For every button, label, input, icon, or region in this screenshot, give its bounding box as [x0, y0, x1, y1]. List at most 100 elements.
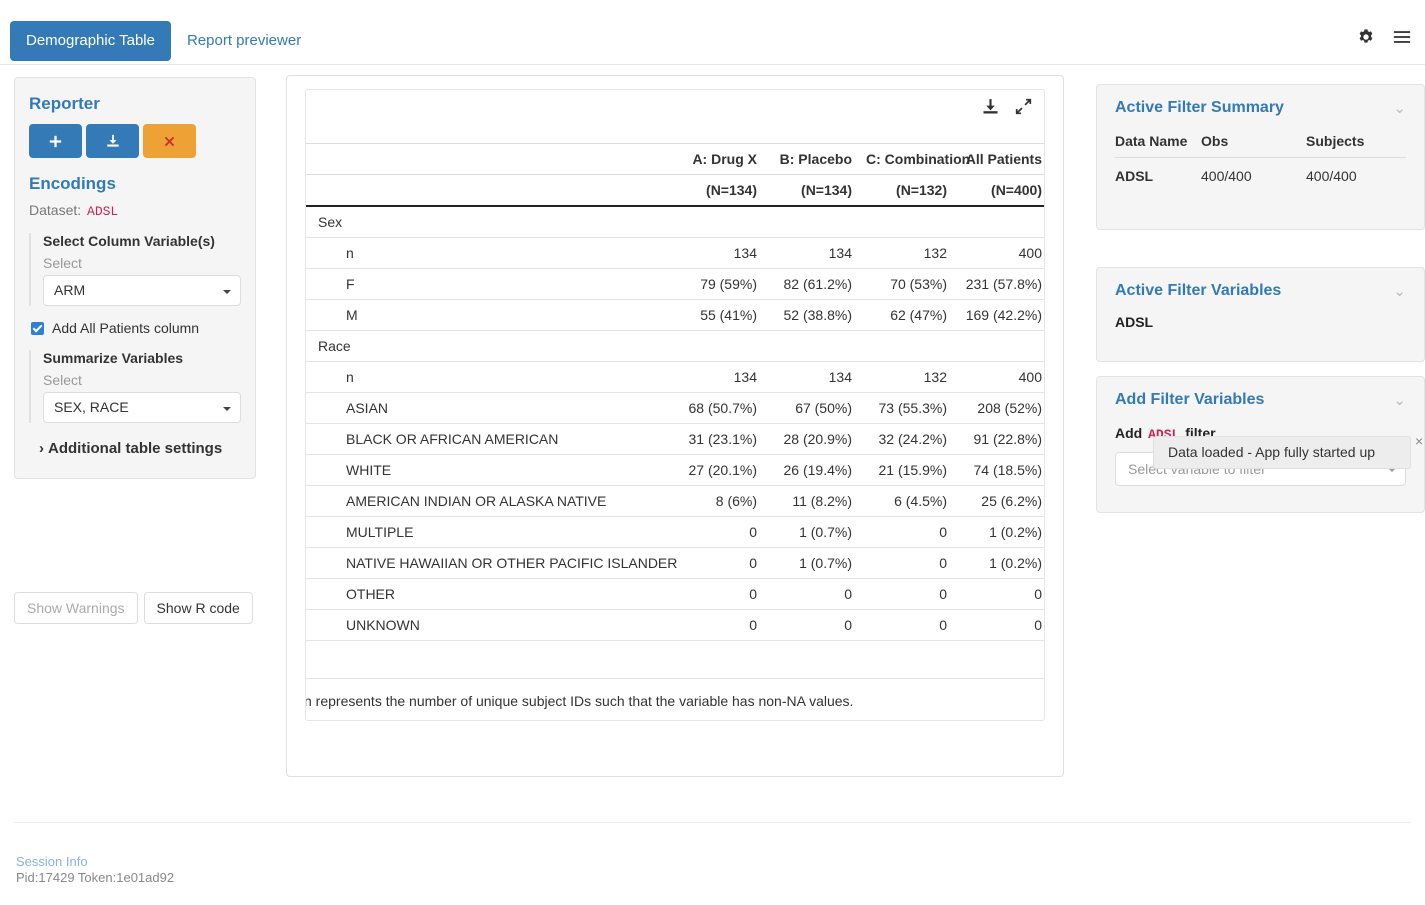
column-variable-select[interactable]: ARM	[43, 275, 241, 306]
table-cell-value	[866, 206, 961, 238]
table-cell-value: 0	[676, 547, 771, 579]
subheader-cell-all-patients: (N=400)	[961, 174, 1044, 207]
expand-table-icon[interactable]	[1015, 98, 1032, 115]
table-cell-value: 0	[866, 516, 961, 548]
table-row: ADSL 400/400 400/400	[1115, 158, 1406, 184]
filter-summary-subjects: 400/400	[1306, 168, 1357, 184]
chevron-down-icon[interactable]: ⌄	[1393, 101, 1406, 116]
table-row-label: ASIAN	[306, 392, 676, 424]
gear-icon[interactable]	[1357, 28, 1375, 46]
table-cell-value: 1 (0.7%)	[771, 547, 866, 579]
summarize-variables-sublabel: Select	[43, 372, 82, 388]
table-cell-value: 68 (50.7%)	[676, 392, 771, 424]
main-content-card: A: Drug X B: Placebo C: Combination All …	[286, 75, 1064, 777]
table-row: BLACK OR AFRICAN AMERICAN 31 (23.1%) 28 (2…	[306, 423, 1044, 455]
add-filter-variables-title: Add Filter Variables	[1115, 391, 1265, 408]
subheader-cell-label	[306, 174, 676, 207]
table-cell-value: 169 (42.2%)	[961, 299, 1044, 331]
summarize-variables-title: Summarize Variables	[43, 350, 184, 366]
sidebar-footer-buttons: Show Warnings Show R code	[14, 592, 253, 624]
table-row-label: MULTIPLE	[306, 516, 676, 548]
table-cell-value: 31 (23.1%)	[676, 423, 771, 455]
toast-close-icon[interactable]: ×	[1415, 434, 1423, 448]
table-cell-value: 11 (8.2%)	[771, 485, 866, 517]
table-scroll-area[interactable]: A: Drug X B: Placebo C: Combination All …	[306, 143, 1044, 678]
column-variable-sublabel: Select	[43, 255, 82, 271]
table-row: MULTIPLE 0 1 (0.7%) 0 1 (0.2%)	[306, 516, 1044, 548]
subheader-cell-combination: (N=132)	[866, 174, 961, 207]
table-cell-value: 132	[866, 237, 961, 269]
header-cell-placebo: B: Placebo	[771, 143, 866, 175]
table-row-label: M	[306, 299, 676, 331]
tab-demographic-table[interactable]: Demographic Table	[10, 21, 171, 61]
table-cell-value: 132	[866, 361, 961, 393]
chevron-down-icon	[223, 407, 231, 411]
table-cell-value: 1 (0.2%)	[961, 516, 1044, 548]
table-cell-value: 79 (59%)	[676, 268, 771, 300]
table-cell-value: 28 (20.9%)	[771, 423, 866, 455]
filter-summary-data-name: ADSL	[1115, 168, 1154, 184]
add-filter-variables-header[interactable]: Add Filter Variables ⌄	[1115, 391, 1406, 409]
additional-table-settings-toggle[interactable]: › Additional table settings	[39, 437, 241, 460]
active-filter-summary-panel: Active Filter Summary ⌄ Data Name Obs Su…	[1096, 84, 1425, 230]
chevron-down-icon[interactable]: ⌄	[1393, 284, 1406, 299]
table-cell-value	[771, 330, 866, 362]
column-variable-block: Select Column Variable(s) Select ARM	[29, 233, 241, 306]
table-row-label: WHITE	[306, 454, 676, 486]
add-all-patients-checkbox[interactable]	[31, 321, 44, 335]
table-subheader-row: (N=134) (N=134) (N=132) (N=400)	[306, 174, 1044, 207]
reporter-title: Reporter	[29, 94, 100, 113]
hamburger-menu-icon[interactable]	[1393, 28, 1411, 46]
summarize-variables-block: Summarize Variables Select SEX, RACE	[29, 350, 241, 423]
filter-summary-col-obs: Obs	[1201, 133, 1306, 158]
subheader-cell-drug-x: (N=134)	[676, 174, 771, 207]
table-cell-value: 32 (24.2%)	[866, 423, 961, 455]
table-cell-value: 82 (61.2%)	[771, 268, 866, 300]
table-row: Sex	[306, 206, 1044, 238]
table-cell-value	[676, 330, 771, 362]
chevron-down-icon[interactable]: ⌄	[1393, 393, 1406, 408]
session-meta-text: Pid:17429 Token:1e01ad92	[16, 870, 175, 885]
show-r-code-button[interactable]: Show R code	[143, 592, 253, 624]
reset-report-button[interactable]	[143, 124, 196, 158]
table-cell-value: 26 (19.4%)	[771, 454, 866, 486]
table-row: NATIVE HAWAIIAN OR OTHER PACIFIC ISLANDE…	[306, 547, 1044, 579]
filter-summary-table: Data Name Obs Subjects ADSL 400/400 400/…	[1115, 133, 1406, 184]
table-row-label: Race	[306, 330, 676, 362]
table-row: M 55 (41%) 52 (38.8%) 62 (47%) 169 (42.2%)	[306, 299, 1044, 331]
active-filter-variables-header[interactable]: Active Filter Variables ⌄	[1115, 282, 1406, 300]
table-cell-value: 134	[676, 361, 771, 393]
table-cell-value: 62 (47%)	[866, 299, 961, 331]
session-info-link[interactable]: Session Info	[16, 854, 88, 869]
footer-divider	[14, 822, 1411, 823]
filter-summary-col-data-name: Data Name	[1115, 133, 1201, 158]
close-icon	[164, 136, 175, 146]
tab-report-previewer[interactable]: Report previewer	[171, 21, 317, 61]
dataset-label: Dataset:	[29, 202, 82, 218]
table-cell-value: 134	[771, 237, 866, 269]
add-all-patients-row[interactable]: Add All Patients column	[31, 320, 241, 336]
header-cell-drug-x: A: Drug X	[676, 143, 771, 175]
table-cell-value: 52 (38.8%)	[771, 299, 866, 331]
active-filter-variable-item: ADSL	[1115, 314, 1154, 330]
table-cell-value: 1 (0.2%)	[961, 547, 1044, 579]
table-cell-value: 0	[771, 609, 866, 641]
table-row: n 134 134 132 400	[306, 237, 1044, 269]
table-row: Race	[306, 330, 1044, 362]
add-card-button[interactable]	[29, 124, 82, 158]
download-report-button[interactable]	[86, 124, 139, 158]
table-cell-value: 400	[961, 361, 1044, 393]
header-cell-all-patients: All Patients	[961, 143, 1044, 175]
table-cell-value: 67 (50%)	[771, 392, 866, 424]
download-table-icon[interactable]	[982, 98, 999, 115]
active-filter-summary-title: Active Filter Summary	[1115, 99, 1284, 116]
table-row: WHITE 27 (20.1%) 26 (19.4%) 21 (15.9%) 74 (1…	[306, 454, 1044, 486]
table-cell-value: 0	[961, 609, 1044, 641]
active-filter-summary-header[interactable]: Active Filter Summary ⌄	[1115, 99, 1406, 117]
table-cell-value: 134	[676, 237, 771, 269]
show-warnings-button[interactable]: Show Warnings	[14, 592, 138, 624]
table-row-label: AMERICAN INDIAN OR ALASKA NATIVE	[306, 485, 676, 517]
summarize-variables-select[interactable]: SEX, RACE	[43, 392, 241, 423]
dataset-line: Dataset: ADSL	[29, 202, 241, 219]
navbar-actions	[1357, 28, 1411, 46]
